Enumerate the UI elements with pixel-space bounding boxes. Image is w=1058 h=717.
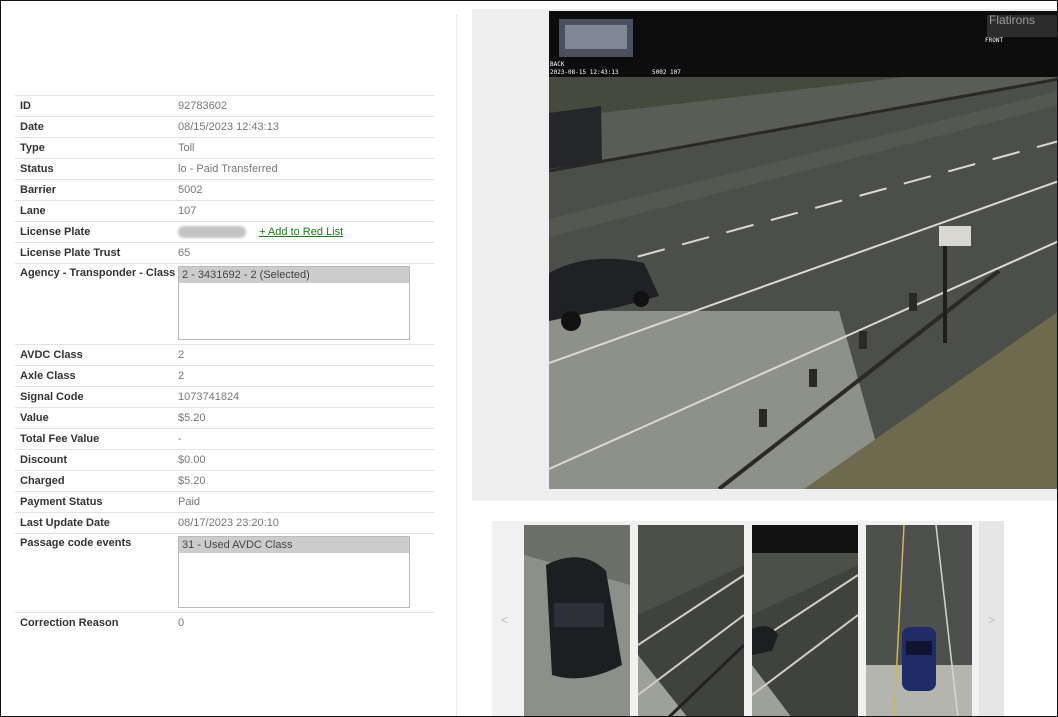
detail-row-discount: Discount $0.00 bbox=[15, 449, 434, 470]
detail-value: 107 bbox=[178, 205, 197, 217]
passage-events-listbox[interactable]: 31 - Used AVDC Class bbox=[178, 536, 410, 608]
detail-row-status: Status lo - Paid Transferred bbox=[15, 158, 434, 179]
image-timestamp: 2023-08-15 12:43:13 bbox=[550, 69, 619, 76]
image-lane-code: 5002 107 bbox=[652, 69, 681, 76]
thumbnail-front-car bbox=[866, 525, 972, 716]
detail-value: 5002 bbox=[178, 184, 203, 196]
agency-transponder-listbox[interactable]: 2 - 3431692 - 2 (Selected) bbox=[178, 266, 410, 340]
detail-value: 65 bbox=[178, 247, 191, 259]
detail-row-payment-status: Payment Status Paid bbox=[15, 491, 434, 512]
thumbnail-highway-car bbox=[752, 525, 858, 716]
detail-value: $5.20 bbox=[178, 475, 206, 487]
thumbnail-2[interactable] bbox=[638, 525, 744, 716]
highway-scene bbox=[549, 11, 1057, 489]
detail-value: Paid bbox=[178, 496, 201, 508]
listbox-option[interactable]: 2 - 3431692 - 2 (Selected) bbox=[179, 267, 409, 283]
detail-label: ID bbox=[20, 100, 31, 112]
add-to-red-list-link[interactable]: + Add to Red List bbox=[259, 226, 343, 238]
next-arrow-icon[interactable]: > bbox=[979, 521, 1004, 716]
detail-value: $5.20 bbox=[178, 412, 206, 424]
detail-row-charged: Charged $5.20 bbox=[15, 470, 434, 491]
front-label: FRONT bbox=[985, 37, 1004, 44]
detail-value: + Add to Red List bbox=[178, 226, 343, 239]
detail-row-axle-class: Axle Class 2 bbox=[15, 365, 434, 386]
detail-row-lane: Lane 107 bbox=[15, 200, 434, 221]
detail-value: 08/17/2023 23:20:10 bbox=[178, 517, 279, 529]
detail-value: 1073741824 bbox=[178, 391, 240, 403]
detail-label: Agency - Transponder - Class bbox=[20, 267, 176, 279]
detail-label: Status bbox=[20, 163, 54, 175]
detail-label: AVDC Class bbox=[20, 349, 83, 361]
thumbnail-4[interactable] bbox=[866, 525, 972, 716]
detail-label: Signal Code bbox=[20, 391, 84, 403]
detail-label: Barrier bbox=[20, 184, 57, 196]
detail-label: Axle Class bbox=[20, 370, 76, 382]
detail-label: Total Fee Value bbox=[20, 433, 100, 445]
detail-row-barrier: Barrier 5002 bbox=[15, 179, 434, 200]
detail-row-plate-trust: License Plate Trust 65 bbox=[15, 242, 434, 263]
detail-row-license-plate: License Plate + Add to Red List bbox=[15, 221, 434, 242]
panel-divider bbox=[456, 15, 457, 715]
detail-value: $0.00 bbox=[178, 454, 206, 466]
detail-row-last-update: Last Update Date 08/17/2023 23:20:10 bbox=[15, 512, 434, 533]
detail-row-signal-code: Signal Code 1073741824 bbox=[15, 386, 434, 407]
thumbnail-3[interactable] bbox=[752, 525, 858, 716]
thumbnail-rear-car bbox=[524, 525, 630, 716]
detail-value: 92783602 bbox=[178, 100, 227, 112]
detail-row-value: Value $5.20 bbox=[15, 407, 434, 428]
detail-value: 08/15/2023 12:43:13 bbox=[178, 121, 279, 133]
listbox-option[interactable]: 31 - Used AVDC Class bbox=[179, 537, 409, 553]
previous-arrow-icon[interactable]: < bbox=[492, 521, 517, 716]
detail-row-correction-reason: Correction Reason 0 bbox=[15, 612, 434, 633]
detail-label: Payment Status bbox=[20, 496, 103, 508]
app-frame: ID 92783602 Date 08/15/2023 12:43:13 Type T… bbox=[0, 0, 1058, 717]
detail-label: Charged bbox=[20, 475, 65, 487]
detail-value: 2 bbox=[178, 370, 185, 382]
detail-row-type: Type Toll bbox=[15, 137, 434, 158]
detail-label: Date bbox=[20, 121, 44, 133]
details-rows-top: ID 92783602 Date 08/15/2023 12:43:13 Type T… bbox=[15, 95, 434, 221]
detail-label: Value bbox=[20, 412, 49, 424]
detail-row-passage-events: Passage code events 31 - Used AVDC Class bbox=[15, 533, 434, 612]
detail-row-agency: Agency - Transponder - Class 2 - 3431692… bbox=[15, 263, 434, 344]
detail-label: Discount bbox=[20, 454, 68, 466]
brand-label: Flatirons bbox=[989, 13, 1036, 27]
transaction-details-panel: ID 92783602 Date 08/15/2023 12:43:13 Type T… bbox=[15, 95, 434, 633]
main-camera-image[interactable]: BACK 2023-08-15 12:43:13 5002 107 Flatir… bbox=[549, 11, 1057, 489]
detail-row-avdc-class: AVDC Class 2 bbox=[15, 344, 434, 365]
thumbnail-1[interactable] bbox=[524, 525, 630, 716]
detail-row-total-fee: Total Fee Value - bbox=[15, 428, 434, 449]
detail-value: lo - Paid Transferred bbox=[178, 163, 278, 175]
detail-label: Last Update Date bbox=[20, 517, 110, 529]
detail-label: Correction Reason bbox=[20, 617, 119, 629]
redacted-plate bbox=[178, 226, 246, 239]
detail-label: License Plate Trust bbox=[20, 247, 121, 259]
back-label: BACK bbox=[550, 61, 565, 68]
detail-label: Lane bbox=[20, 205, 46, 217]
thumbnail-highway bbox=[638, 525, 744, 716]
main-image-container: BACK 2023-08-15 12:43:13 5002 107 Flatir… bbox=[472, 9, 1057, 501]
thumbnail-carousel: < > bbox=[492, 521, 1004, 716]
detail-value: - bbox=[178, 433, 182, 445]
detail-row-id: ID 92783602 bbox=[15, 95, 434, 116]
detail-label: Passage code events bbox=[20, 537, 132, 549]
detail-value: 0 bbox=[178, 617, 185, 629]
details-rows-bottom: AVDC Class 2 Axle Class 2 Signal Code 10737… bbox=[15, 344, 434, 533]
detail-label: License Plate bbox=[20, 226, 91, 238]
detail-row-date: Date 08/15/2023 12:43:13 bbox=[15, 116, 434, 137]
detail-label: Type bbox=[20, 142, 45, 154]
detail-value: Toll bbox=[178, 142, 195, 154]
detail-value: 2 bbox=[178, 349, 185, 361]
